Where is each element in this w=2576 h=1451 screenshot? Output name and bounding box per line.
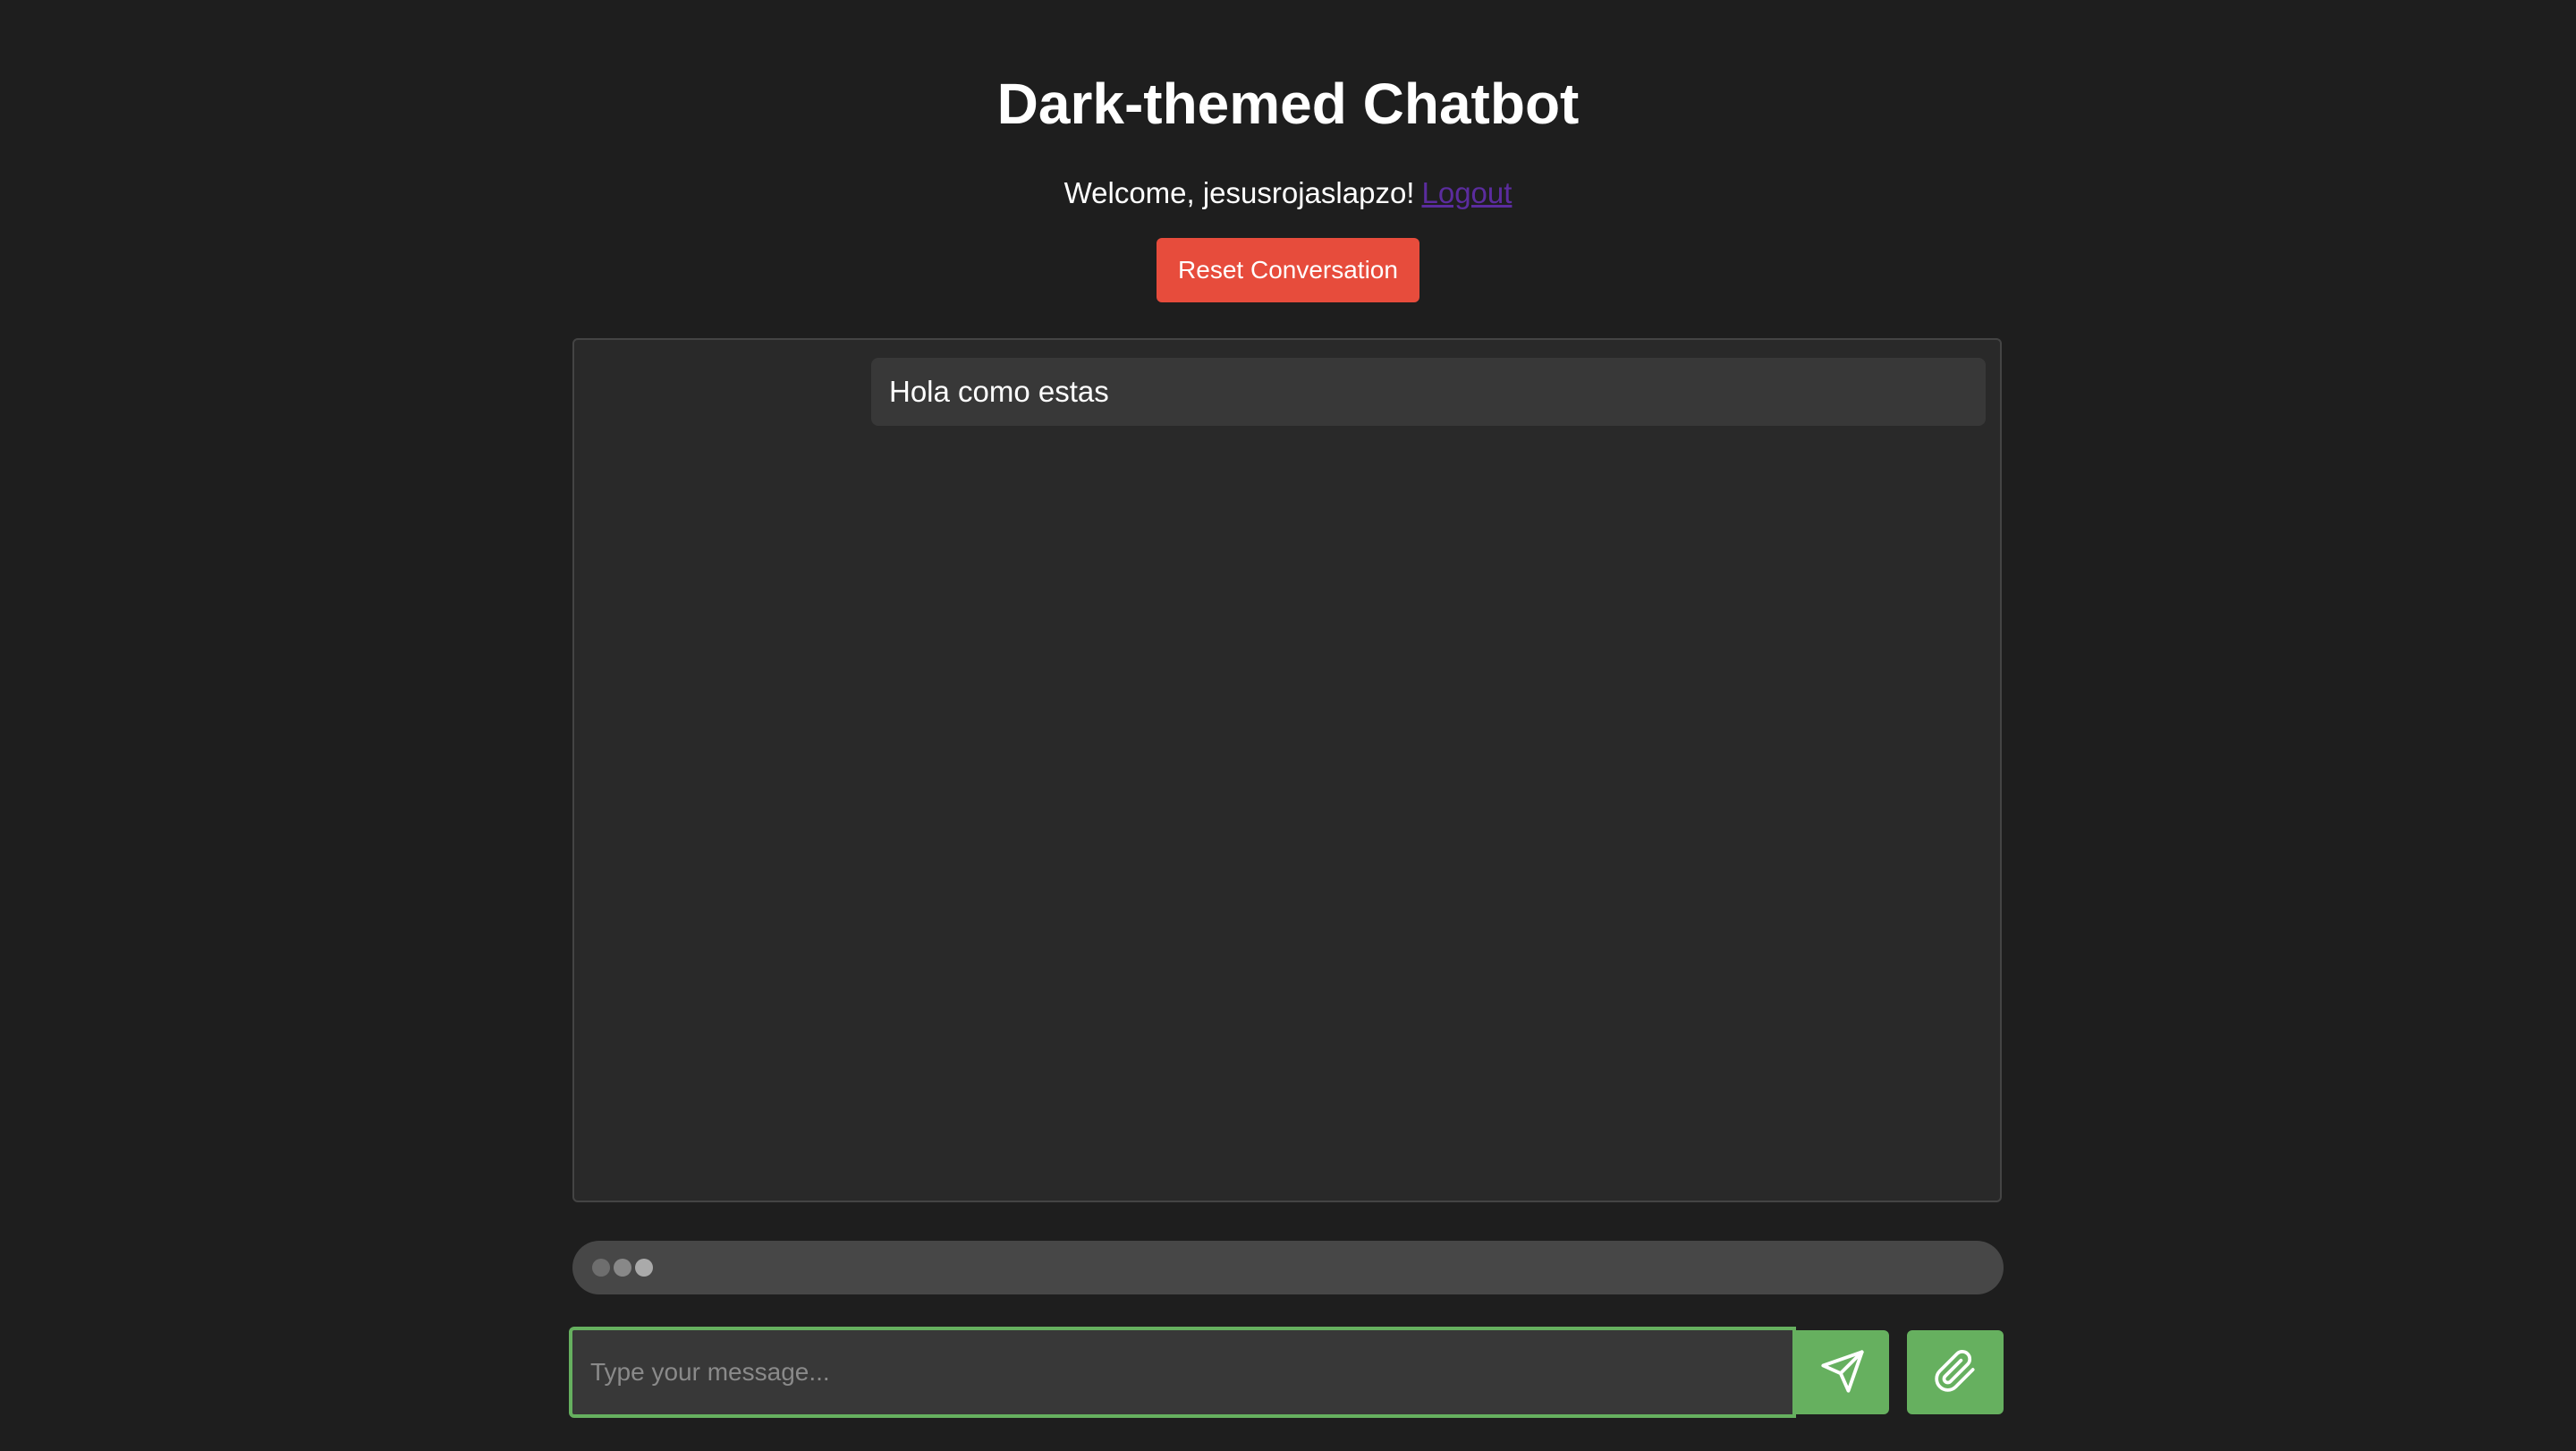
user-message: Hola como estas <box>871 358 1986 426</box>
send-button[interactable] <box>1796 1330 1889 1414</box>
typing-indicator <box>572 1241 2004 1294</box>
paperclip-icon <box>1933 1349 1978 1396</box>
attach-file-button[interactable] <box>1907 1330 2004 1414</box>
typing-dot <box>592 1259 610 1277</box>
welcome-text: Welcome, jesusrojaslapzo! <box>1063 176 1415 209</box>
logout-link[interactable]: Logout <box>1421 176 1512 209</box>
send-icon <box>1819 1348 1866 1397</box>
message-input[interactable] <box>569 1327 1796 1418</box>
welcome-line: Welcome, jesusrojaslapzo! Logout <box>0 174 2576 213</box>
reset-conversation-button[interactable]: Reset Conversation <box>1157 238 1419 302</box>
typing-dot <box>635 1259 653 1277</box>
page-title: Dark-themed Chatbot <box>996 72 1580 136</box>
chatbot-page: Dark-themed Chatbot Welcome, jesusrojasl… <box>0 0 2576 1451</box>
typing-dot <box>614 1259 631 1277</box>
composer <box>569 1327 2005 1418</box>
chat-window[interactable]: Hola como estas <box>572 338 2002 1202</box>
